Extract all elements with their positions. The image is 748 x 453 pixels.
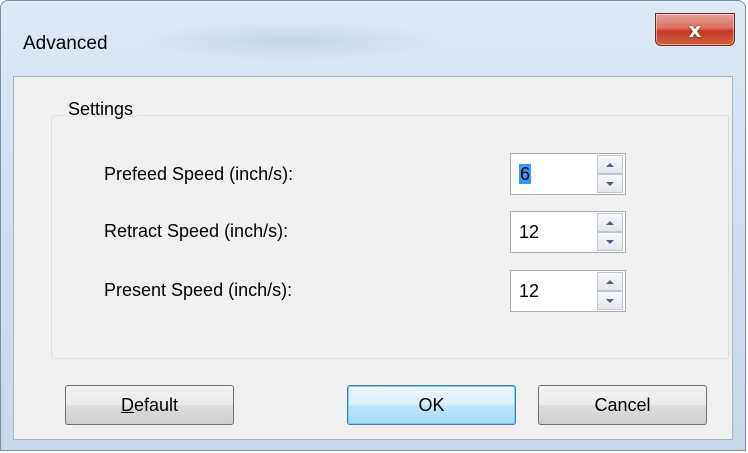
retract-speed-label: Retract Speed (inch/s): [104,221,289,241]
retract-speed-down-button[interactable] [597,232,623,251]
window-title: Advanced [23,33,108,54]
chevron-down-icon [606,181,614,186]
chevron-down-icon [606,298,614,303]
retract-speed-spinbox[interactable]: 12 [510,211,626,253]
present-speed-label: Present Speed (inch/s): [104,280,293,300]
settings-group-label: Settings [64,99,138,120]
advanced-dialog: Advanced x Settings Prefeed Speed (inch/… [0,0,746,451]
cancel-button-label: Cancel [594,394,651,415]
title-bar[interactable]: Advanced x [1,1,745,75]
retract-speed-up-button[interactable] [597,213,623,232]
present-speed-stepper[interactable] [597,272,623,310]
prefeed-speed-value: 6 [519,164,532,184]
present-speed-up-button[interactable] [597,272,623,291]
chevron-up-icon [606,162,614,167]
ok-button[interactable]: OK [347,385,516,425]
default-button[interactable]: Default [65,385,234,425]
retract-speed-stepper[interactable] [597,213,623,251]
retract-speed-input[interactable]: 12 [511,212,597,252]
chevron-up-icon [606,220,614,225]
present-speed-spinbox[interactable]: 12 [510,270,626,312]
prefeed-speed-label: Prefeed Speed (inch/s): [104,164,294,184]
close-icon: x [688,17,702,42]
present-speed-input[interactable]: 12 [511,271,597,311]
present-speed-down-button[interactable] [597,291,623,310]
ok-button-label: OK [418,394,445,415]
cancel-button[interactable]: Cancel [538,385,707,425]
prefeed-speed-input[interactable]: 6 [511,154,597,194]
default-button-label: Default [120,394,179,415]
prefeed-speed-stepper[interactable] [597,155,623,193]
chevron-down-icon [606,239,614,244]
chevron-up-icon [606,279,614,284]
prefeed-speed-spinbox[interactable]: 6 [510,153,626,195]
prefeed-speed-down-button[interactable] [597,174,623,193]
prefeed-speed-up-button[interactable] [597,155,623,174]
close-button[interactable]: x [655,13,735,46]
